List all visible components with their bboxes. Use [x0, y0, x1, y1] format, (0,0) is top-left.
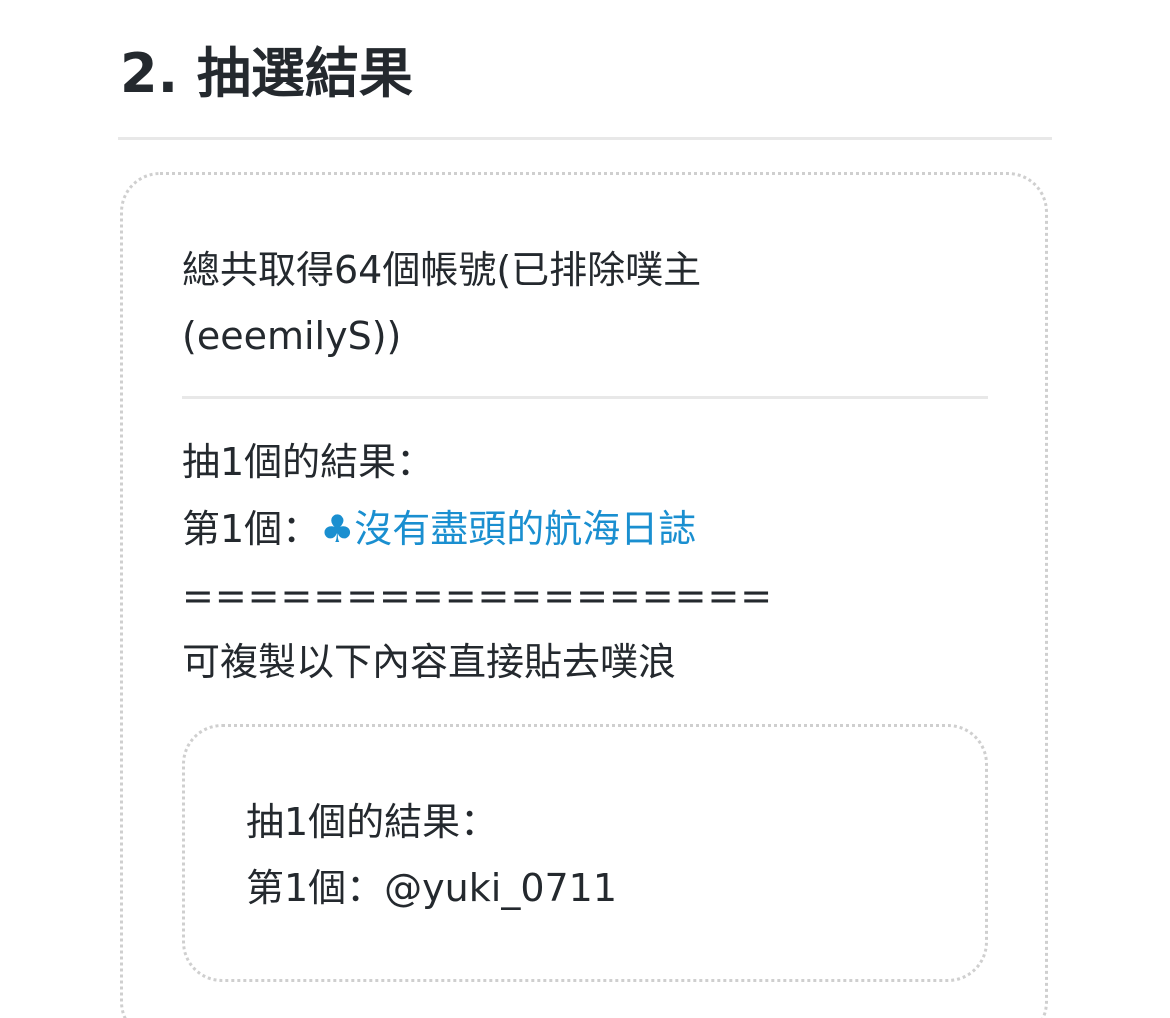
- copy-box-winner[interactable]: 第1個：@yuki_0711: [246, 856, 617, 920]
- copy-hint: 可複製以下內容直接貼去噗浪: [182, 640, 677, 684]
- section-title: 2. 抽選結果: [120, 42, 413, 105]
- summary-divider: [182, 396, 988, 399]
- winner-profile-link[interactable]: ♣沒有盡頭的航海日誌: [320, 507, 696, 551]
- separator-line: ==================: [182, 574, 774, 618]
- account-count-summary: 總共取得64個帳號(已排除噗主: [182, 248, 702, 292]
- copy-box-heading[interactable]: 抽1個的結果：: [246, 790, 498, 854]
- winner-name: 沒有盡頭的航海日誌: [354, 507, 697, 551]
- page: 2. 抽選結果 總共取得64個帳號(已排除噗主 (eeemilyS)) 抽1個的…: [0, 0, 1170, 1018]
- winner-rank-label: 第1個：: [182, 507, 321, 551]
- winner-row: 第1個：♣沒有盡頭的航海日誌: [182, 497, 696, 561]
- draw-result-heading: 抽1個的結果：: [182, 440, 435, 484]
- club-suit-icon: ♣: [320, 507, 355, 551]
- account-count-summary-continued: (eeemilyS)): [182, 314, 402, 358]
- title-divider: [118, 137, 1052, 140]
